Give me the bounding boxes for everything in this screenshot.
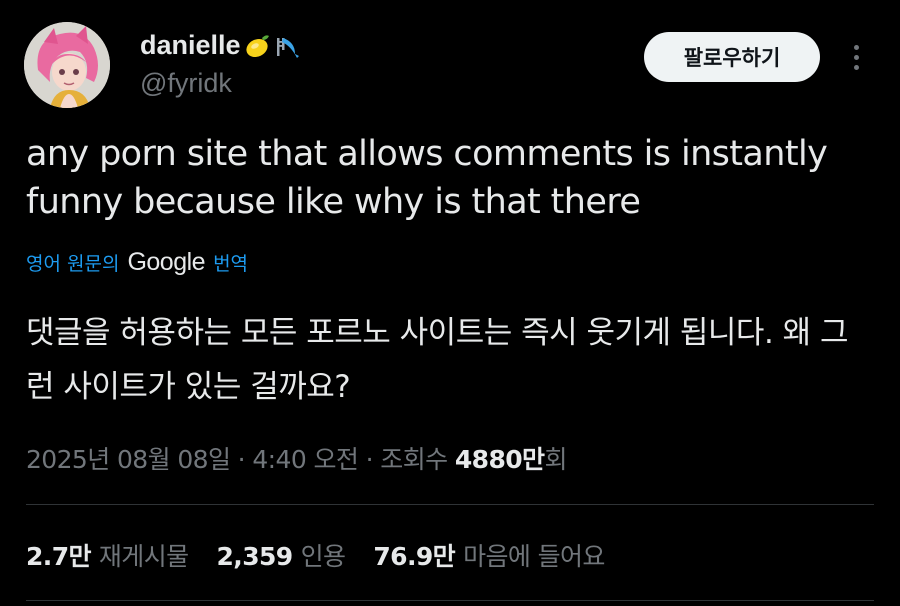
avatar-image [24,22,110,108]
quotes-label: 인용 [300,542,346,571]
follow-button[interactable]: 팔로우하기 [644,32,820,82]
author-handle[interactable]: @fyridk [140,68,232,99]
google-logo: Google [127,248,206,276]
likes-count: 76.9만 [373,542,456,571]
translated-text: 댓글을 허용하는 모든 포르노 사이트는 즉시 웃기게 됩니다. 왜 그런 사이… [26,315,849,405]
likes-stat[interactable]: 76.9만 마음에 들어요 [373,537,605,573]
divider [26,504,874,505]
quotes-stat[interactable]: 2,359 인용 [217,537,346,573]
avatar[interactable] [24,22,110,108]
translation-suffix: 번역 [213,253,249,275]
author-display-name[interactable]: danielle [140,30,301,61]
quotes-count: 2,359 [216,542,294,571]
tweet-meta: 2025년 08월 08일 · 4:40 오전 · 조회수 4880만회 [26,440,567,476]
reposts-stat[interactable]: 2.7만 재게시물 [26,537,189,573]
translation-prefix: 영어 원문의 [26,253,120,275]
display-name-text: danielle [140,30,241,60]
tweet-stats: 2.7만 재게시물 2,359 인용 76.9만 마음에 들어요 [26,537,605,573]
translation-attribution[interactable]: 영어 원문의 Google 번역 [26,248,248,277]
more-vertical-icon[interactable] [842,40,870,74]
slide-icon [276,37,299,58]
reposts-count: 2.7만 [26,542,91,571]
view-count: 4880만 [454,445,545,474]
lemon-icon [245,34,269,57]
tweet-text: any porn site that allows comments is in… [26,134,828,222]
view-count-suffix: 회 [544,445,567,474]
reposts-label: 재게시물 [98,542,189,571]
likes-label: 마음에 들어요 [463,542,605,571]
divider-bottom [26,600,874,601]
timestamp[interactable]: 2025년 08월 08일 · 4:40 오전 · 조회수 [26,445,455,474]
